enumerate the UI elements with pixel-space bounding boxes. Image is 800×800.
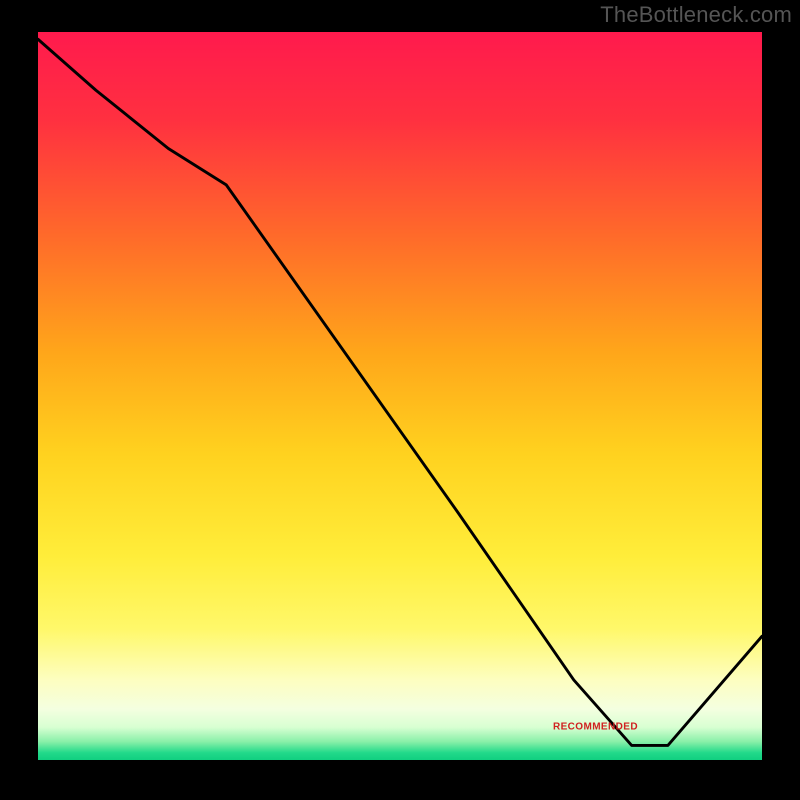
recommended-annotation: RECOMMENDED: [553, 722, 638, 733]
chart-frame: TheBottleneck.com RECOMMENDED: [0, 0, 800, 800]
plot-area: [38, 32, 762, 760]
chart-svg: [38, 32, 762, 760]
watermark-text: TheBottleneck.com: [600, 2, 792, 28]
gradient-background: [38, 32, 762, 760]
